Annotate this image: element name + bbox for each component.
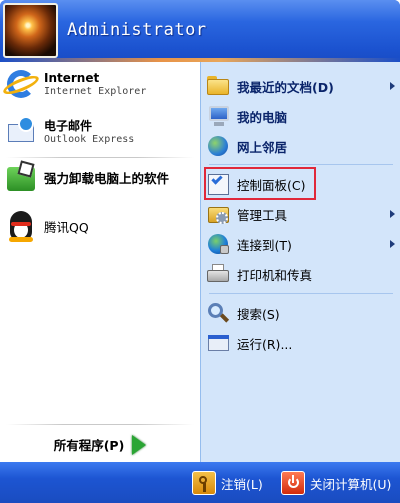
pinned-item-email[interactable]: 电子邮件 Outlook Express bbox=[4, 116, 196, 150]
menu-item-label: 管理工具 bbox=[237, 207, 288, 223]
menu-item-my-recent-documents[interactable]: 我最近的文档(D) bbox=[205, 72, 397, 100]
submenu-arrow-icon bbox=[390, 240, 395, 248]
menu-item-label: 打印机和传真 bbox=[237, 267, 313, 283]
logoff-label: 注销(L) bbox=[221, 476, 263, 492]
start-menu-footer: 注销(L) 关闭计算机(U) bbox=[0, 462, 400, 503]
user-name: Administrator bbox=[67, 20, 207, 40]
green-arrow-icon bbox=[132, 434, 147, 455]
shutdown-label: 关闭计算机(U) bbox=[310, 476, 392, 492]
menu-item-my-computer[interactable]: 我的电脑 bbox=[205, 102, 397, 130]
submenu-arrow-icon bbox=[390, 82, 395, 90]
left-separator-bottom bbox=[6, 424, 194, 425]
my-computer-icon bbox=[205, 103, 231, 129]
run-icon bbox=[205, 330, 231, 356]
menu-item-label: 运行(R)... bbox=[237, 336, 293, 352]
recent-item-label: 强力卸载电脑上的软件 bbox=[44, 170, 170, 186]
menu-item-control-panel[interactable]: 控制面板(C) bbox=[205, 170, 397, 198]
key-icon bbox=[192, 471, 216, 495]
menu-item-printers-faxes[interactable]: 打印机和传真 bbox=[205, 260, 397, 288]
shutdown-button[interactable]: 关闭计算机(U) bbox=[281, 470, 391, 496]
user-avatar[interactable] bbox=[3, 3, 58, 58]
pinned-item-internet[interactable]: Internet Internet Explorer bbox=[1, 68, 196, 102]
network-icon bbox=[205, 133, 231, 159]
recent-item-uninstaller[interactable]: 强力卸载电脑上的软件 bbox=[4, 160, 196, 195]
menu-item-admin-tools[interactable]: 管理工具 bbox=[205, 200, 397, 228]
search-icon bbox=[205, 300, 231, 326]
power-icon bbox=[281, 471, 305, 495]
right-pane: 我最近的文档(D) 我的电脑 网上邻居 控制面板(C) 管理工具 连接到(T) bbox=[200, 62, 400, 462]
pinned-item-subtitle: Internet Explorer bbox=[44, 86, 147, 97]
menu-item-connect-to[interactable]: 连接到(T) bbox=[205, 230, 397, 258]
menu-item-search[interactable]: 搜索(S) bbox=[205, 299, 397, 327]
right-separator bbox=[209, 293, 393, 294]
menu-item-label: 我最近的文档(D) bbox=[237, 79, 334, 95]
outlook-express-icon bbox=[4, 116, 38, 150]
logoff-button[interactable]: 注销(L) bbox=[192, 470, 263, 496]
qq-penguin-icon bbox=[4, 210, 38, 244]
left-separator bbox=[6, 157, 194, 158]
recent-item-label: 腾讯QQ bbox=[44, 219, 89, 235]
printer-icon bbox=[205, 261, 231, 287]
connect-to-icon bbox=[205, 231, 231, 257]
start-menu-header: Administrator bbox=[0, 0, 400, 62]
pinned-item-title: 电子邮件 bbox=[44, 119, 93, 133]
menu-item-label: 搜索(S) bbox=[237, 306, 280, 322]
uninstaller-icon bbox=[4, 160, 38, 195]
control-panel-icon bbox=[205, 171, 231, 197]
admin-tools-icon bbox=[205, 201, 231, 227]
recent-item-qq[interactable]: 腾讯QQ bbox=[4, 210, 196, 244]
pinned-item-title: Internet bbox=[44, 71, 100, 85]
right-separator bbox=[209, 164, 393, 165]
all-programs-button[interactable]: 所有程序(P) bbox=[0, 427, 200, 462]
menu-item-label: 网上邻居 bbox=[237, 139, 288, 155]
menu-item-run[interactable]: 运行(R)... bbox=[205, 329, 397, 357]
pinned-item-subtitle: Outlook Express bbox=[44, 134, 135, 145]
folder-icon bbox=[205, 73, 231, 99]
left-pane: Internet Internet Explorer 电子邮件 Outlook … bbox=[0, 62, 200, 462]
submenu-arrow-icon bbox=[390, 210, 395, 218]
start-menu: Administrator Internet Internet Explorer… bbox=[0, 0, 400, 503]
menu-item-label: 控制面板(C) bbox=[237, 177, 306, 193]
all-programs-label: 所有程序(P) bbox=[53, 438, 125, 453]
menu-item-label: 连接到(T) bbox=[237, 237, 292, 253]
menu-item-label: 我的电脑 bbox=[237, 109, 288, 125]
menu-item-network-places[interactable]: 网上邻居 bbox=[205, 132, 397, 160]
internet-explorer-icon bbox=[1, 68, 41, 102]
